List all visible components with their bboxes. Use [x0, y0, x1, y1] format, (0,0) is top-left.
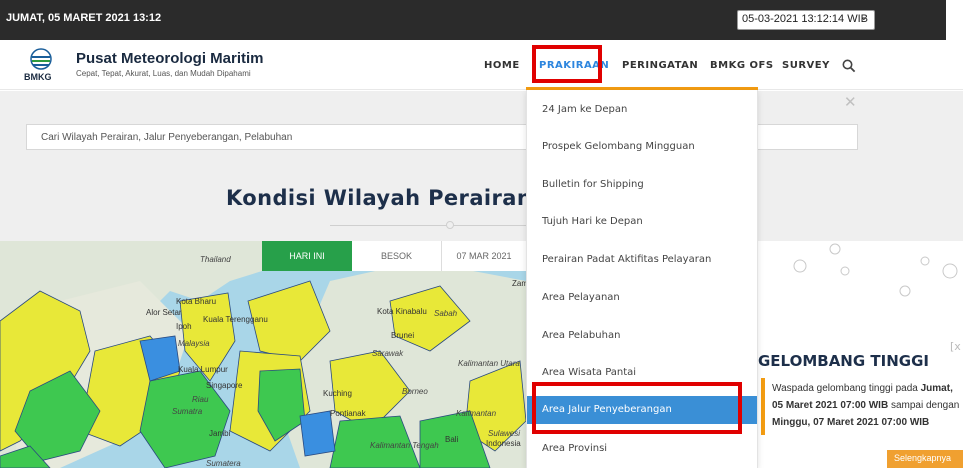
- bmkg-logo[interactable]: BMKG: [22, 48, 60, 82]
- dropdown-item-area-pelabuhan[interactable]: Area Pelabuhan: [527, 323, 757, 349]
- dropdown-item-area-provinsi[interactable]: Area Provinsi: [527, 436, 757, 462]
- dropdown-item-perairan-padat[interactable]: Perairan Padat Aktifitas Pelayaran: [527, 247, 757, 273]
- top-bar: JUMAT, 05 MARET 2021 13:12 05-03-2021 13…: [0, 0, 963, 40]
- map-label: Jambi: [209, 429, 231, 438]
- brand-subtitle: Cepat, Tepat, Akurat, Luas, dan Mudah Di…: [76, 69, 251, 78]
- map-label: Kota Kinabalu: [377, 307, 427, 316]
- warning-end-time: Minggu, 07 Maret 2021 07:00 WIB: [772, 417, 930, 428]
- map-label: Kuala Terengganu: [203, 315, 268, 324]
- map-label: Sumatera: [206, 459, 241, 468]
- dropdown-item-area-pelayanan[interactable]: Area Pelayanan: [527, 285, 757, 311]
- dropdown-item-bulletin-shipping[interactable]: Bulletin for Shipping: [527, 172, 757, 198]
- dropdown-item-24-jam[interactable]: 24 Jam ke Depan: [527, 97, 757, 123]
- warning-text-prefix: Waspada gelombang tinggi pada: [772, 383, 921, 394]
- map-label: Kota Bharu: [176, 297, 217, 306]
- map-label: Alor Setar: [146, 308, 182, 317]
- hero-title: Kondisi Wilayah Perairan: [226, 186, 533, 210]
- nav-bmkg-ofs[interactable]: BMKG OFS: [710, 60, 774, 71]
- warning-accent-bar: [761, 378, 765, 435]
- map-label: Sabah: [434, 309, 458, 318]
- dropdown-item-tujuh-hari[interactable]: Tujuh Hari ke Depan: [527, 209, 757, 235]
- topbar-edge: [946, 0, 963, 40]
- current-date: JUMAT, 05 MARET 2021 13:12: [6, 12, 162, 24]
- map-label: Sarawak: [372, 349, 404, 358]
- warning-text: Waspada gelombang tinggi pada Jumat, 05 …: [772, 380, 960, 431]
- nav-peringatan[interactable]: PERINGATAN: [622, 60, 698, 71]
- nav-survey[interactable]: SURVEY: [782, 60, 830, 71]
- map-label: Kalimantan Utara: [458, 359, 520, 368]
- timezone-value: 05-03-2021 13:12:14 WIB: [742, 13, 868, 25]
- tab-tomorrow[interactable]: BESOK: [352, 241, 442, 271]
- close-icon[interactable]: [x: [950, 340, 961, 353]
- map-label: Kalimantan Tengah: [370, 441, 439, 450]
- site-header: BMKG Pusat Meteorologi Maritim Cepat, Te…: [0, 40, 963, 90]
- map-label: Borneo: [402, 387, 428, 396]
- read-more-button[interactable]: Selengkapnya: [887, 450, 963, 468]
- warning-title: GELOMBANG TINGGI: [758, 352, 929, 370]
- timezone-select[interactable]: 05-03-2021 13:12:14 WIB ⌄: [737, 10, 875, 30]
- map-label: Ipoh: [176, 322, 192, 331]
- map-label: Indonesia: [486, 439, 521, 448]
- search-icon[interactable]: [842, 58, 856, 73]
- map-label: Malaysia: [178, 339, 210, 348]
- hero-section: [0, 91, 963, 241]
- tab-date[interactable]: 07 MAR 2021: [442, 241, 526, 271]
- close-icon[interactable]: ✕: [844, 93, 857, 111]
- title-divider-dot: [446, 221, 454, 229]
- map-label: Kuala Lumpur: [178, 365, 228, 374]
- warning-text-middle: sampai dengan: [888, 400, 960, 411]
- chevron-down-icon: ⌄: [859, 12, 868, 23]
- highlight-box-prakiraan: [532, 45, 602, 83]
- map-label: Bali: [445, 435, 459, 444]
- map-label: Singapore: [206, 381, 243, 390]
- svg-text:BMKG: BMKG: [24, 72, 52, 82]
- map-label: Riau: [192, 395, 209, 404]
- highlight-box-jalur-penyeberangan: [532, 382, 742, 434]
- map-label: Kuching: [323, 389, 352, 398]
- title-divider: [330, 225, 526, 226]
- map-label: Thailand: [200, 255, 231, 264]
- map-label: Kalimantan: [456, 409, 497, 418]
- map-label: Brunei: [391, 331, 415, 340]
- tab-today[interactable]: HARI INI: [262, 241, 352, 271]
- map-label: Pontianak: [330, 409, 366, 418]
- map-label: Sumatra: [172, 407, 203, 416]
- dropdown-item-prospek-gelombang[interactable]: Prospek Gelombang Mingguan: [527, 134, 757, 160]
- brand-title: Pusat Meteorologi Maritim: [76, 50, 264, 67]
- nav-home[interactable]: HOME: [484, 60, 520, 71]
- map-label: Sulawesi: [488, 429, 521, 438]
